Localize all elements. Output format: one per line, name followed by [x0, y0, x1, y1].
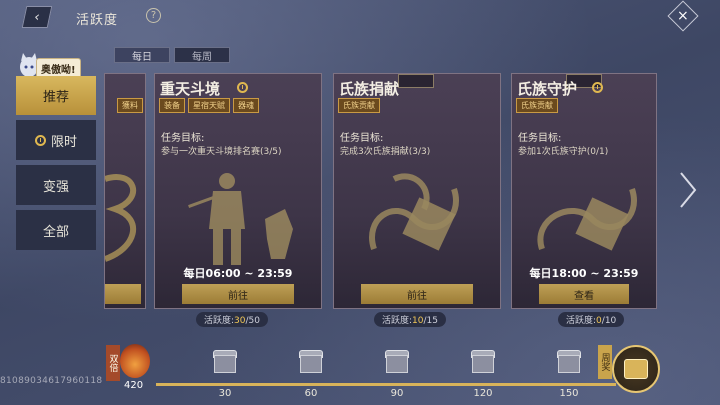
card-title: 重天斗境	[160, 80, 221, 98]
warrior-art-icon	[188, 173, 293, 265]
card-tags: 氏族贡献	[338, 98, 380, 113]
card-title: 氏族捐献	[339, 80, 400, 98]
period-tabs: 每日 每周	[114, 47, 230, 63]
points-total: /50	[245, 316, 260, 326]
clock-icon	[237, 82, 248, 93]
tab-weekly[interactable]: 每周	[174, 47, 230, 63]
sidebar-nav: 推荐 限时 变强 全部	[16, 76, 96, 255]
chest-icon[interactable]	[211, 347, 239, 377]
guard-art-icon	[537, 188, 637, 251]
card-tags: 氏族贡献	[516, 98, 558, 113]
points-label: 活跃度:	[382, 316, 413, 326]
points-done: 10	[412, 316, 424, 326]
milestone-value: 90	[390, 388, 404, 399]
points-done: 30	[234, 316, 246, 326]
sidebar-item-recommend[interactable]: 推荐	[16, 76, 96, 115]
goal-text: 参与一次重天斗境排名赛(3/5)	[161, 147, 282, 157]
card-tag: 氏族贡献	[516, 98, 558, 113]
clock-icon	[592, 82, 603, 93]
card-tag: 氏族贡献	[338, 98, 380, 113]
weekly-reward-badge: 周奖	[598, 345, 612, 379]
page-title: 活跃度	[76, 13, 119, 28]
card-tag: 星宿天赋	[188, 98, 230, 113]
sidebar-item-label: 变强	[42, 179, 69, 195]
chest-icon[interactable]	[383, 347, 411, 377]
milestone-value: 150	[559, 388, 579, 399]
sidebar-item-limited[interactable]: 限时	[16, 120, 96, 160]
sidebar-item-strengthen[interactable]: 变强	[16, 165, 96, 205]
goal-label: 任务目标:	[340, 133, 384, 144]
weekly-chest-icon[interactable]	[612, 345, 660, 393]
card-tag: 装备	[159, 98, 185, 113]
card-tag: 獲料	[117, 98, 143, 113]
sidebar-item-label: 推荐	[42, 90, 69, 105]
user-id: 81089034617960118	[0, 376, 103, 386]
goal-text: 参加1次氏族守护(0/1)	[518, 147, 609, 157]
goal-label: 任务目标:	[161, 133, 205, 144]
card-go-button[interactable]: 前往	[361, 284, 473, 304]
goal-label: 任务目标:	[518, 133, 562, 144]
card-points: 活跃度:0/10	[558, 312, 625, 327]
card-title: 氏族守护	[517, 80, 578, 98]
milestone-value: 60	[304, 388, 318, 399]
back-icon: ‹	[32, 9, 42, 25]
double-badge: 双倍	[106, 345, 120, 381]
points-label: 活跃度:	[566, 316, 597, 326]
card-go-button[interactable]	[105, 284, 141, 304]
points-total: /10	[601, 316, 617, 326]
chest-icon[interactable]	[469, 347, 497, 377]
tab-daily[interactable]: 每日	[114, 47, 170, 63]
card-art-icon	[105, 174, 137, 262]
chest-icon[interactable]	[297, 347, 325, 377]
help-icon[interactable]: ?	[146, 8, 161, 23]
milestone-value: 120	[473, 388, 493, 399]
flame-icon	[120, 344, 150, 378]
activity-card-partial[interactable]: 獲料	[104, 73, 146, 309]
milestone-value: 30	[218, 388, 232, 399]
points-total: /15	[423, 316, 438, 326]
activity-card[interactable]: 重天斗境 装备 星宿天赋 器魂 任务目标: 参与一次重天斗境排名赛(3/5) 每…	[154, 73, 322, 309]
activity-card[interactable]: 氏族守护 氏族贡献 任务目标: 参加1次氏族守护(0/1) 每日18:00 ~ …	[511, 73, 657, 309]
card-points: 活跃度:10/15	[374, 312, 446, 327]
progress-fill	[156, 383, 616, 386]
clock-icon	[34, 134, 46, 146]
donation-art-icon	[369, 173, 459, 251]
current-points: 420	[124, 380, 144, 391]
sidebar-item-label: 全部	[42, 224, 69, 240]
card-schedule: 每日18:00 ~ 23:59	[529, 267, 639, 280]
card-view-button[interactable]: 查看	[539, 284, 629, 304]
card-schedule: 每日06:00 ~ 23:59	[183, 267, 293, 280]
sidebar-item-all[interactable]: 全部	[16, 210, 96, 250]
close-icon: ×	[677, 7, 689, 24]
next-page-arrow-icon[interactable]	[678, 170, 698, 210]
sidebar-item-label: 限时	[50, 134, 77, 150]
card-go-button[interactable]: 前往	[182, 284, 294, 304]
points-label: 活跃度:	[204, 316, 235, 326]
chest-icon[interactable]	[555, 347, 583, 377]
back-button[interactable]: ‹	[21, 6, 53, 28]
card-points: 活跃度:30/50	[196, 312, 268, 327]
card-tag: 器魂	[233, 98, 259, 113]
hanger-icon	[398, 74, 434, 88]
goal-text: 完成3次氏族捐献(3/3)	[340, 147, 431, 157]
progress-track	[156, 383, 616, 386]
card-tags: 装备 星宿天赋 器魂	[159, 98, 259, 113]
activity-card[interactable]: 氏族捐献 氏族贡献 任务目标: 完成3次氏族捐献(3/3) 前往	[333, 73, 501, 309]
